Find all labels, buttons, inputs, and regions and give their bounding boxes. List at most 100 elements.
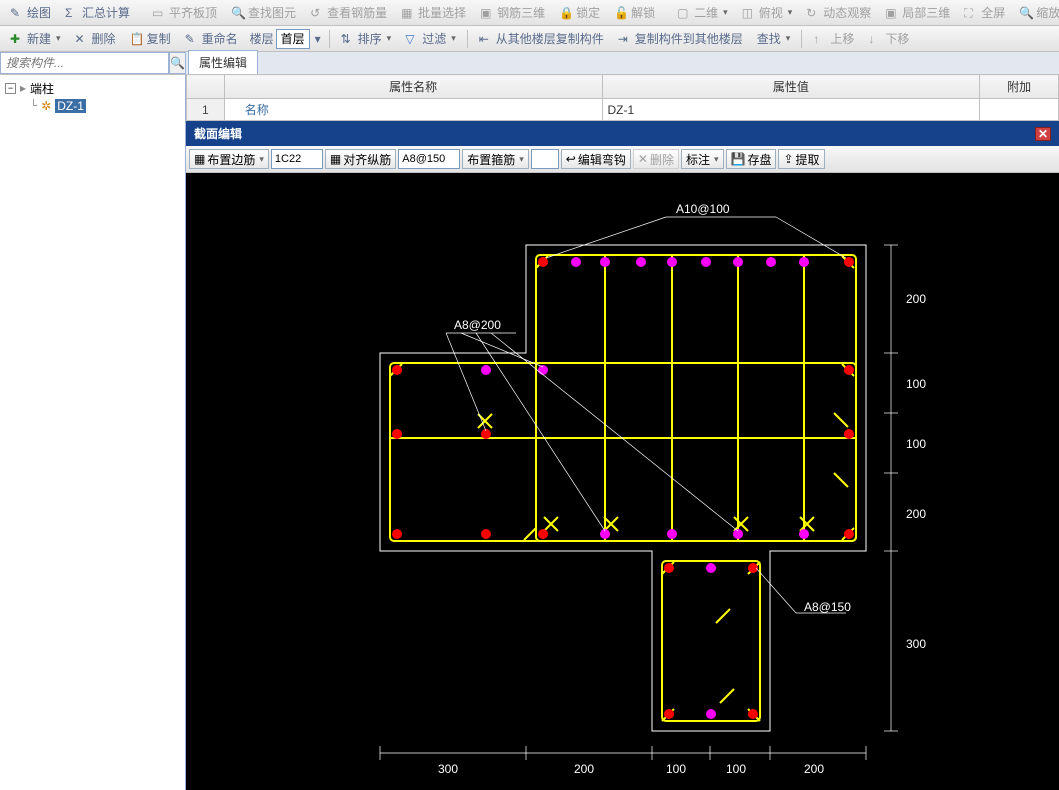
2d-dropdown[interactable]: ▢二维: [671, 1, 734, 24]
stirrup-input[interactable]: [531, 149, 559, 169]
edge-rebar-input[interactable]: [271, 149, 323, 169]
tree-root-row[interactable]: − ▸ 端柱: [4, 79, 181, 98]
fullscreen-icon: ⛶: [964, 6, 978, 20]
floor-dropdown[interactable]: ▾: [312, 29, 324, 49]
cell-rownum: 1: [187, 99, 225, 121]
collapse-icon[interactable]: −: [5, 83, 16, 94]
search-input[interactable]: [0, 52, 169, 74]
close-button[interactable]: ✕: [1035, 127, 1051, 141]
header-value: 属性值: [602, 75, 980, 99]
unlock-button[interactable]: 🔓解锁: [608, 1, 661, 24]
dim-300a: 300: [906, 637, 926, 651]
section-editor-header: 截面编辑 ✕: [186, 121, 1059, 146]
sort-button[interactable]: ⇅排序: [335, 27, 398, 50]
extract-button[interactable]: ⇪提取: [778, 149, 824, 169]
sigma-icon: Σ: [65, 6, 79, 20]
dim-200h2: 200: [804, 762, 824, 776]
align-rebar-button[interactable]: ▦对齐纵筋: [325, 149, 396, 169]
section-canvas[interactable]: A10@100 A8@200 A8@150 200 100 100 200 30…: [186, 173, 1059, 790]
persp-icon: ◫: [742, 6, 756, 20]
copy-from-floor-button[interactable]: ⇤从其他楼层复制构件: [473, 27, 610, 50]
batch-icon: ▦: [401, 6, 415, 20]
dim-200a: 200: [906, 292, 926, 306]
stirrup-button[interactable]: 布置箍筋: [462, 149, 529, 169]
search-button[interactable]: 🔍: [169, 52, 186, 74]
dim-100h1: 100: [666, 762, 686, 776]
align-rebar-input[interactable]: [398, 149, 460, 169]
new-icon: ✚: [10, 32, 24, 46]
annotate-button[interactable]: 标注: [681, 149, 724, 169]
move-up-button[interactable]: ↑上移: [807, 27, 860, 50]
gear-icon: ✲: [41, 99, 51, 113]
pencil-icon: ✎: [10, 6, 24, 20]
down-icon: ↓: [868, 32, 882, 46]
editor-delete-button[interactable]: ✕删除: [633, 149, 679, 169]
summary-button[interactable]: Σ汇总计算: [59, 1, 136, 24]
dynamic-observe-button[interactable]: ↻动态观察: [800, 1, 877, 24]
tab-property-edit[interactable]: 属性编辑: [188, 50, 258, 74]
delete-button[interactable]: ✕删除: [69, 27, 122, 50]
rename-button[interactable]: ✎重命名: [179, 27, 244, 50]
local3d-icon: ▣: [885, 6, 899, 20]
slab-icon: ▭: [152, 6, 166, 20]
new-button[interactable]: ✚新建: [4, 27, 67, 50]
zoom-dropdown[interactable]: 🔍缩放: [1013, 1, 1059, 24]
floor-select[interactable]: 首层: [276, 29, 310, 49]
edge-rebar-button[interactable]: ▦布置边筋: [189, 149, 269, 169]
table-row[interactable]: 1 名称 DZ-1: [187, 99, 1059, 121]
tree-leaf-icon: └: [30, 99, 37, 113]
label-a8-150: A8@150: [804, 600, 851, 614]
save-button[interactable]: 💾存盘: [726, 149, 777, 169]
close-icon: ✕: [1038, 127, 1048, 141]
box-icon: ▢: [677, 6, 691, 20]
dim-100h2: 100: [726, 762, 746, 776]
dim-200h: 200: [574, 762, 594, 776]
header-rownum: [187, 75, 225, 99]
hook-icon: ↩: [566, 152, 576, 166]
chevron-down-icon: ▾: [315, 32, 321, 46]
tree-branch-icon: ▸: [20, 81, 26, 96]
dim-200b: 200: [906, 507, 926, 521]
edit-hook-button[interactable]: ↩编辑弯钩: [561, 149, 631, 169]
up-icon: ↑: [813, 32, 827, 46]
header-name: 属性名称: [224, 75, 602, 99]
property-table: 属性名称 属性值 附加 1 名称 DZ-1: [186, 74, 1059, 121]
label-a10: A10@100: [676, 202, 730, 216]
local-3d-button[interactable]: ▣局部三维: [879, 1, 956, 24]
copy-to-icon: ⇥: [618, 32, 632, 46]
grid-icon: ▦: [194, 152, 205, 166]
find-button[interactable]: 查找: [751, 27, 797, 50]
draw-button[interactable]: ✎绘图: [4, 1, 57, 24]
batch-select-button[interactable]: ▦批量选择: [395, 1, 472, 24]
dim-300h: 300: [438, 762, 458, 776]
unlock-icon: 🔓: [614, 6, 628, 20]
section-editor-toolbar: ▦布置边筋 ▦对齐纵筋 布置箍筋 ↩编辑弯钩 ✕删除 标注 💾存盘 ⇪提取: [186, 146, 1059, 173]
tree-item-dz1[interactable]: └ ✲ DZ-1: [4, 98, 181, 114]
cube-icon: ▣: [480, 6, 494, 20]
move-down-button[interactable]: ↓下移: [862, 27, 915, 50]
copy-to-floor-button[interactable]: ⇥复制构件到其他楼层: [612, 27, 749, 50]
search-icon: 🔍: [170, 56, 185, 70]
sort-icon: ⇅: [341, 32, 355, 46]
floor-label: 楼层: [250, 30, 274, 47]
find-icon: 🔍: [231, 6, 245, 20]
slab-button[interactable]: ▭平齐板顶: [146, 1, 223, 24]
main-toolbar-1: ✎绘图 Σ汇总计算 ▭平齐板顶 🔍查找图元 ↺查看钢筋量 ▦批量选择 ▣钢筋三维…: [0, 0, 1059, 26]
lock-icon: 🔒: [559, 6, 573, 20]
rename-icon: ✎: [185, 32, 199, 46]
fullscreen-button[interactable]: ⛶全屏: [958, 1, 1011, 24]
rebar-3d-button[interactable]: ▣钢筋三维: [474, 1, 551, 24]
orbit-icon: ↻: [806, 6, 820, 20]
section-svg: A10@100 A8@200 A8@150 200 100 100 200 30…: [186, 173, 1056, 790]
copy-button[interactable]: 📋复制: [124, 27, 177, 50]
align-icon: ▦: [330, 152, 341, 166]
cell-value[interactable]: DZ-1: [602, 99, 980, 121]
copy-icon: 📋: [130, 32, 144, 46]
view-rebar-button[interactable]: ↺查看钢筋量: [304, 1, 393, 24]
disk-icon: 💾: [731, 152, 746, 166]
find-elem-button[interactable]: 🔍查找图元: [225, 1, 302, 24]
filter-button[interactable]: ▽过滤: [399, 27, 462, 50]
lock-button[interactable]: 🔒锁定: [553, 1, 606, 24]
perspective-dropdown[interactable]: ◫俯视: [736, 1, 799, 24]
section-title: 截面编辑: [194, 125, 242, 142]
